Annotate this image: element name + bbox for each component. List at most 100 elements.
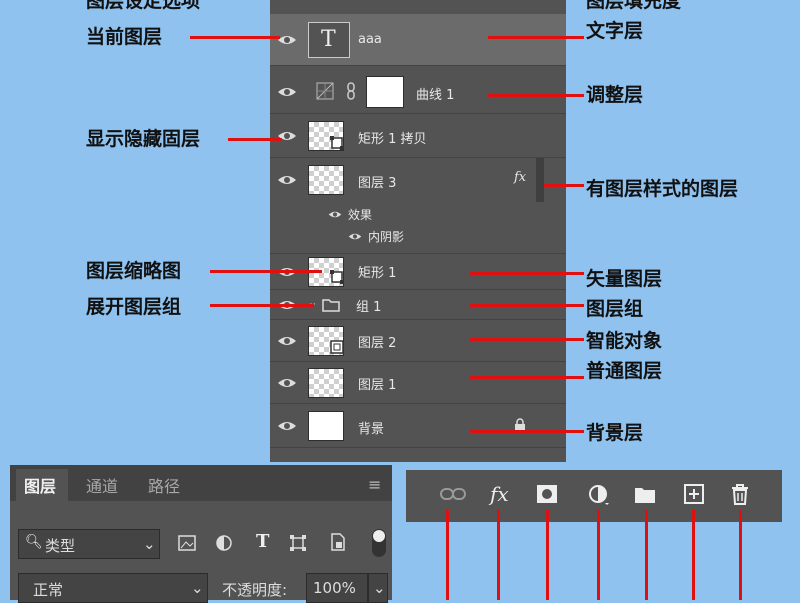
- layer-name: 组 1: [356, 300, 382, 315]
- annotation-line: [739, 510, 742, 600]
- search-icon: 🔍︎: [25, 534, 43, 550]
- annotation-expand-group: 展开图层组: [86, 296, 182, 318]
- annotation-line: [470, 272, 584, 275]
- annotation-adjustment-layer: 调整层: [586, 84, 644, 106]
- annotation-fill-cut: 图层填充度: [586, 0, 682, 12]
- layer-style-fx-icon[interactable]: fx: [514, 170, 526, 185]
- filter-type-dropdown[interactable]: 🔍︎ 类型 ⌄: [18, 529, 160, 559]
- annotation-line: [546, 510, 549, 600]
- annotation-line: [544, 184, 584, 187]
- annotation-text-layer: 文字层: [586, 20, 644, 42]
- layer-name: aaa: [358, 32, 382, 47]
- opacity-input[interactable]: 100%: [306, 573, 368, 603]
- annotation-line: [488, 94, 584, 97]
- smart-object-filter-icon[interactable]: [330, 533, 346, 551]
- adjustment-filter-icon[interactable]: [216, 535, 232, 551]
- panel-menu-icon[interactable]: ≡: [368, 475, 381, 494]
- layer-name: 矩形 1 拷贝: [358, 132, 427, 147]
- eye-icon[interactable]: [328, 210, 342, 219]
- eye-icon[interactable]: [277, 420, 297, 432]
- eye-icon[interactable]: [277, 86, 297, 98]
- new-layer-icon[interactable]: [684, 484, 704, 504]
- tab-paths[interactable]: 路径: [148, 473, 180, 497]
- annotation-line: [497, 510, 500, 600]
- mask-icon[interactable]: [536, 484, 558, 504]
- annotation-line: [470, 338, 584, 341]
- link-icon[interactable]: [440, 486, 466, 502]
- layer-name: 图层 3: [358, 176, 397, 191]
- opacity-value: 100%: [313, 579, 356, 597]
- eye-icon[interactable]: [348, 232, 362, 241]
- chain-link-icon: [347, 82, 355, 100]
- layer-row-styled[interactable]: 图层 3 fx ⌃ 效果 内阴影: [270, 158, 566, 254]
- layer-name: 图层 1: [358, 378, 397, 393]
- eye-icon[interactable]: [277, 377, 297, 389]
- annotation-line: [470, 430, 584, 433]
- pixel-filter-icon[interactable]: [178, 535, 196, 551]
- text-filter-icon[interactable]: T: [256, 531, 269, 552]
- layer-name: 背景: [358, 422, 385, 437]
- annotation-vector-layer: 矢量图层: [586, 268, 663, 290]
- annotation-thumbnail: 图层缩略图: [86, 260, 182, 282]
- smart-object-badge-icon: [330, 340, 344, 354]
- expand-group-chevron-icon[interactable]: ⌄: [308, 296, 317, 309]
- layer-thumbnail: T: [308, 22, 350, 58]
- annotation-line: [597, 510, 600, 600]
- tab-layers-label: 图层: [24, 477, 57, 496]
- annotation-layer-settings-cut: 图层设定选项: [86, 0, 201, 12]
- layer-name: 图层 2: [358, 336, 397, 351]
- layer-row-text[interactable]: T aaa: [270, 14, 566, 66]
- shape-filter-icon[interactable]: [290, 535, 306, 551]
- opacity-label: 不透明度:: [222, 581, 288, 599]
- annotation-line: [446, 510, 449, 600]
- layer-row-smart-object[interactable]: 图层 2: [270, 320, 566, 362]
- vector-mask-icon: [330, 270, 344, 284]
- filter-toggle[interactable]: [372, 529, 386, 557]
- eye-icon[interactable]: [277, 335, 297, 347]
- layer-row-adjustment[interactable]: 曲线 1: [270, 70, 566, 114]
- tab-channels[interactable]: 通道: [86, 473, 118, 497]
- annotation-line: [488, 36, 584, 39]
- folder-icon: [322, 299, 340, 312]
- layer-thumbnail: [308, 368, 344, 398]
- annotation-line: [470, 304, 584, 307]
- annotation-background-layer: 背景层: [586, 422, 644, 444]
- annotation-show-hide: 显示隐藏固层: [86, 128, 201, 150]
- opacity-dropdown-button[interactable]: ⌄: [368, 573, 388, 603]
- eye-icon[interactable]: [277, 174, 297, 186]
- text-layer-glyph: T: [321, 27, 336, 52]
- blend-mode-dropdown[interactable]: 正常 ⌄: [18, 573, 208, 603]
- blend-mode-value: 正常: [33, 581, 64, 599]
- annotation-current-layer: 当前图层: [86, 26, 163, 48]
- effects-label: 效果: [348, 208, 373, 222]
- chevron-down-icon: ⌄: [143, 535, 156, 553]
- annotation-line: [228, 138, 282, 141]
- annotation-line: [692, 510, 695, 600]
- annotation-line: [470, 376, 584, 379]
- annotation-smart-object: 智能对象: [586, 330, 663, 352]
- layers-bottom-toolbar: fx: [406, 470, 782, 522]
- annotation-line: [645, 510, 648, 600]
- layers-panel-controls: 图层 通道 路径 ≡ 🔍︎ 类型 ⌄ T 正常 ⌄ 不透明度: 100% ⌄: [10, 465, 392, 603]
- layer-row-background[interactable]: 背景: [270, 404, 566, 448]
- layer-name: 曲线 1: [416, 88, 455, 103]
- folder-icon[interactable]: [634, 486, 656, 504]
- filter-toggle-knob: [373, 530, 385, 542]
- vector-mask-icon: [330, 136, 344, 150]
- eye-icon[interactable]: [277, 34, 297, 46]
- fx-icon[interactable]: fx: [490, 482, 509, 506]
- layer-thumbnail: [308, 411, 344, 441]
- layer-thumbnail: [308, 165, 344, 195]
- annotation-styled-layer: 有图层样式的图层: [586, 178, 739, 200]
- annotation-normal-layer: 普通图层: [586, 360, 663, 382]
- chevron-down-icon: ⌄: [373, 579, 386, 597]
- filter-type-value: 类型: [45, 537, 76, 555]
- layer-row-normal[interactable]: 图层 1: [270, 362, 566, 404]
- adjustment-icon[interactable]: [588, 484, 610, 506]
- scrollbar-thumb[interactable]: [536, 158, 544, 202]
- trash-icon[interactable]: [730, 483, 750, 505]
- mask-thumbnail: [366, 76, 404, 108]
- annotation-line: [210, 304, 314, 307]
- layer-row-vector-copy[interactable]: 矩形 1 拷贝: [270, 114, 566, 158]
- effect-item-inner-shadow: 内阴影: [368, 230, 405, 244]
